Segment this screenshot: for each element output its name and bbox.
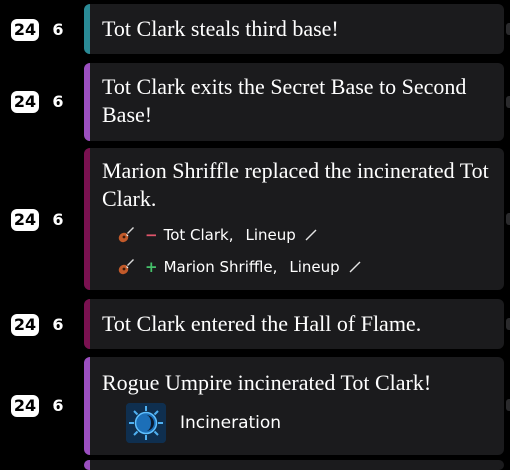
feed-event: 24 6 Tot Clark exits the Secret Base to … xyxy=(0,63,510,141)
event-text: Tot Clark entered the Hall of Flame. xyxy=(102,311,422,336)
feed-event: 24 6 Marion Shriffle replaced the incine… xyxy=(0,148,510,290)
event-type-bar xyxy=(84,4,90,54)
feed-event: 24 6 Tot Clark steals third base! xyxy=(0,4,510,54)
event-card[interactable]: Tot Clark entered the Hall of Flame. xyxy=(84,299,504,349)
event-meta: 24 6 xyxy=(0,4,84,54)
season-badge: 24 xyxy=(11,19,39,41)
event-type-bar xyxy=(84,63,90,141)
edge-marker xyxy=(506,318,510,330)
event-type-bar xyxy=(84,357,90,455)
season-badge: 24 xyxy=(11,395,39,417)
event-type-bar xyxy=(84,299,90,349)
event-card[interactable]: Tot Clark steals third base! xyxy=(84,4,504,54)
day-number: 6 xyxy=(52,92,64,111)
event-meta: 24 6 xyxy=(0,299,84,349)
event-type-bar xyxy=(84,148,90,290)
feed-event: 24 6 Tot Clark entered the Hall of Flame… xyxy=(0,299,510,349)
roster-change-removed: − Tot Clark, Lineup xyxy=(117,224,318,246)
event-card[interactable] xyxy=(84,460,504,470)
event-text: Tot Clark steals third base! xyxy=(102,16,339,41)
guitar-icon xyxy=(118,227,134,243)
event-type-bar xyxy=(84,460,90,470)
day-number: 6 xyxy=(52,210,64,229)
event-text: Tot Clark exits the Secret Base to Secon… xyxy=(102,74,467,127)
event-card[interactable]: Rogue Umpire incinerated Tot Clark! Inci… xyxy=(84,357,504,455)
guitar-icon xyxy=(118,259,134,275)
roster-location: Lineup xyxy=(245,226,296,244)
roster-location: Lineup xyxy=(289,258,340,276)
pencil-icon xyxy=(305,229,317,241)
feed-event: 24 6 Rogue Umpire incinerated Tot Clark! xyxy=(0,357,510,455)
removed-sign: − xyxy=(145,226,158,244)
day-number: 6 xyxy=(52,396,64,415)
event-meta: 24 6 xyxy=(0,148,84,290)
event-card[interactable]: Marion Shriffle replaced the incinerated… xyxy=(84,148,504,290)
added-sign: + xyxy=(145,258,158,276)
event-text: Marion Shriffle replaced the incinerated… xyxy=(102,158,489,211)
event-card[interactable]: Tot Clark exits the Secret Base to Secon… xyxy=(84,63,504,141)
edge-marker xyxy=(506,213,510,225)
event-meta: 24 6 xyxy=(0,357,84,455)
feed-event-partial xyxy=(0,460,510,470)
edge-marker xyxy=(506,23,510,35)
player-name[interactable]: Tot Clark, xyxy=(164,226,234,244)
modification-label: Incineration xyxy=(180,413,282,433)
edge-marker xyxy=(506,96,510,108)
pencil-icon xyxy=(349,261,361,273)
season-badge: 24 xyxy=(11,91,39,113)
day-number: 6 xyxy=(52,315,64,334)
season-badge: 24 xyxy=(11,314,39,336)
day-number: 6 xyxy=(52,20,64,39)
roster-change-added: + Marion Shriffle, Lineup xyxy=(117,256,362,278)
season-badge: 24 xyxy=(11,209,39,231)
player-name[interactable]: Marion Shriffle, xyxy=(164,258,278,276)
event-text: Rogue Umpire incinerated Tot Clark! xyxy=(102,370,432,395)
incineration-icon xyxy=(126,403,166,443)
event-meta: 24 6 xyxy=(0,63,84,141)
edge-marker xyxy=(506,399,510,411)
